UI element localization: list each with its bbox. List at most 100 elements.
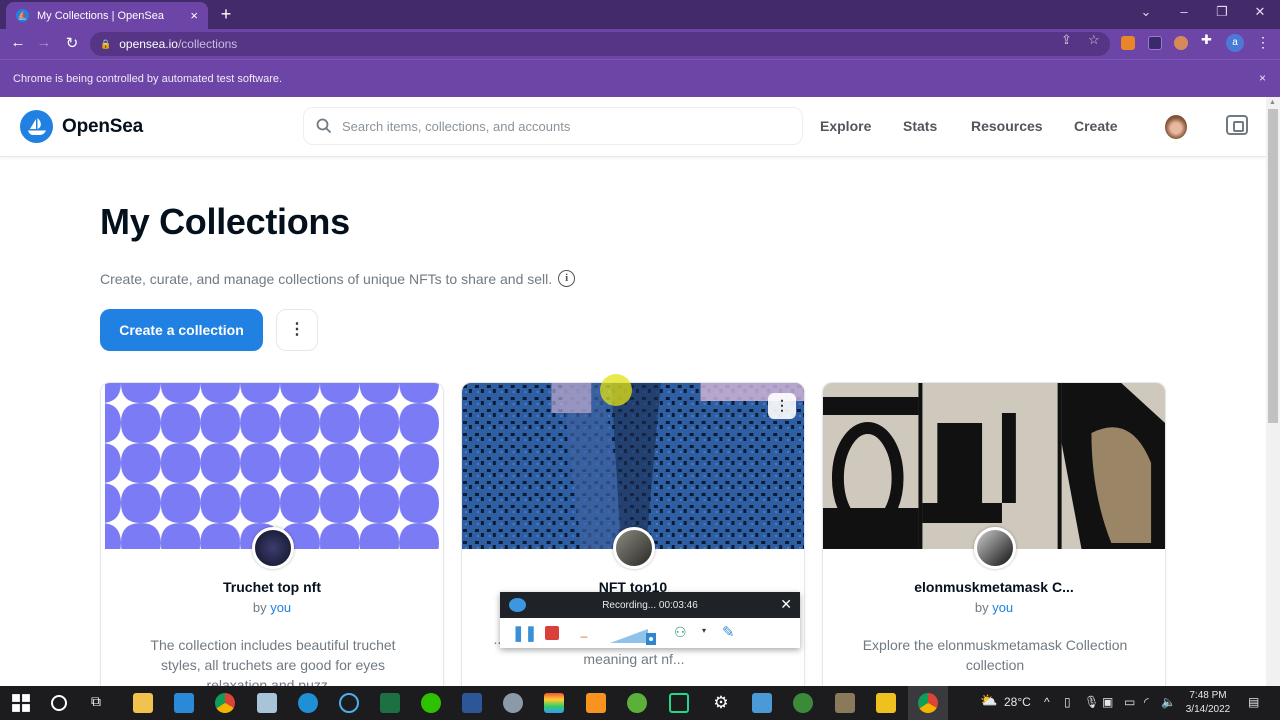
tab-search-icon[interactable]: ⌄ <box>1136 4 1156 20</box>
collection-owner: by you <box>101 600 443 615</box>
winrar-icon[interactable] <box>835 693 855 713</box>
tab-close-icon[interactable]: × <box>190 8 198 23</box>
browser-tab[interactable]: ⛵ My Collections | OpenSea × <box>6 2 208 29</box>
wallet-icon[interactable] <box>1226 115 1248 135</box>
document-extension-icon[interactable] <box>1148 36 1162 50</box>
info-icon[interactable]: i <box>558 270 576 287</box>
maximize-button[interactable]: ❐ <box>1212 4 1232 20</box>
lock-icon: 🔒 <box>100 38 112 49</box>
remote-desktop-icon[interactable] <box>752 693 772 713</box>
task-view-icon[interactable]: ⧉ <box>91 693 111 713</box>
notepad-icon[interactable] <box>257 693 277 713</box>
pause-icon[interactable]: ❚❚ <box>512 624 537 642</box>
nav-stats[interactable]: Stats <box>903 118 937 134</box>
microphone-icon[interactable]: 🎙 <box>1084 695 1099 709</box>
collection-banner-image <box>104 383 440 549</box>
collection-name: Truchet top nft <box>223 579 321 595</box>
scrollbar-thumb[interactable] <box>1268 109 1278 423</box>
collection-owner: by you <box>823 600 1165 615</box>
windows-taskbar: ⧉ ⚙ ⛅ 28°C ^ ▯ 🎙 ▣ ▭ ◜ 🔈 7:48 PM 3/14/20… <box>0 686 1280 720</box>
create-collection-button[interactable]: Create a collection <box>100 309 263 351</box>
meet-icon[interactable]: ▯ <box>1064 695 1071 709</box>
share-icon[interactable]: ⇪ <box>1061 32 1072 48</box>
screen-recorder-widget: Recording... 00:03:46 ✕ ❚❚ --- ⚇ ▾ ✎ <box>500 592 800 648</box>
wechat-icon[interactable] <box>421 693 441 713</box>
search-cortana-icon[interactable] <box>51 695 67 711</box>
close-window-button[interactable]: ✕ <box>1250 4 1270 20</box>
show-hidden-icons[interactable]: ^ <box>1044 695 1050 709</box>
weather-temp[interactable]: 28°C <box>1004 695 1031 709</box>
scroll-up-arrow-icon[interactable]: ▲ <box>1269 99 1276 106</box>
excel-icon[interactable] <box>380 693 400 713</box>
url-host: opensea.io <box>119 37 178 51</box>
profile-avatar[interactable]: a <box>1226 34 1244 52</box>
back-icon[interactable]: ← <box>8 34 28 51</box>
extensions-puzzle-icon[interactable]: ✚ <box>1201 32 1212 48</box>
new-tab-button[interactable]: + <box>216 4 236 25</box>
recorder-camera-icon <box>509 598 526 612</box>
edge-icon[interactable] <box>298 693 318 713</box>
minimize-button[interactable]: – <box>1174 4 1194 19</box>
reload-icon[interactable]: ↻ <box>62 34 82 52</box>
collection-avatar <box>974 527 1016 569</box>
collection-card[interactable]: elonmuskmetamask C... by you Explore the… <box>822 382 1166 686</box>
volume-icon[interactable]: 🔈 <box>1161 695 1176 709</box>
system-clock[interactable]: 7:48 PM 3/14/2022 <box>1180 689 1236 717</box>
recorder-close-icon[interactable]: ✕ <box>780 596 792 613</box>
owner-link[interactable]: you <box>992 600 1013 615</box>
chrome-active-icon[interactable] <box>918 693 938 713</box>
address-bar[interactable]: 🔒 opensea.io/collections <box>90 32 1110 56</box>
utorrent-icon[interactable] <box>627 693 647 713</box>
paint-icon[interactable] <box>503 693 523 713</box>
opensea-ship-icon <box>20 110 53 143</box>
stop-icon[interactable] <box>545 626 559 640</box>
tray-app-icon[interactable]: ▣ <box>1102 695 1113 709</box>
chrome-menu-icon[interactable]: ⋮ <box>1256 34 1270 51</box>
recording-status: Recording... 00:03:46 <box>602 599 698 611</box>
infobar-close-icon[interactable]: × <box>1259 71 1266 85</box>
pycharm-icon[interactable] <box>669 693 689 713</box>
sublime-icon[interactable] <box>586 693 606 713</box>
browser-toolbar: ← → ↻ 🔒 opensea.io/collections ⇪ ☆ ✚ a ⋮ <box>0 29 1280 59</box>
collection-avatar <box>613 527 655 569</box>
notifications-icon[interactable]: ▤ <box>1248 695 1259 709</box>
battery-icon[interactable]: ▭ <box>1124 695 1135 709</box>
webcam-dropdown-icon[interactable]: ▾ <box>702 626 706 635</box>
app-icon[interactable] <box>876 693 896 713</box>
metamask-extension-icon[interactable] <box>1121 36 1135 50</box>
clock-time: 7:48 PM <box>1189 690 1227 701</box>
owner-link[interactable]: you <box>270 600 291 615</box>
wifi-icon[interactable]: ◜ <box>1144 695 1149 709</box>
collection-card[interactable]: Truchet top nft by you The collection in… <box>100 382 444 686</box>
forward-icon[interactable]: → <box>34 34 54 51</box>
more-options-button[interactable]: ⋮ <box>276 309 318 351</box>
download-manager-icon[interactable] <box>793 693 813 713</box>
pen-icon[interactable]: ✎ <box>722 623 735 641</box>
owner-prefix: by <box>252 600 271 615</box>
settings-gear-icon[interactable]: ⚙ <box>711 693 731 713</box>
bluestacks-icon[interactable] <box>544 693 564 713</box>
infobar-text: Chrome is being controlled by automated … <box>13 72 283 85</box>
search-input[interactable] <box>342 118 782 134</box>
mail-icon[interactable] <box>174 693 194 713</box>
person-extension-icon[interactable] <box>1174 36 1188 50</box>
search-app-icon[interactable] <box>339 693 359 713</box>
nav-create[interactable]: Create <box>1074 118 1118 134</box>
user-avatar[interactable] <box>1165 115 1187 139</box>
file-explorer-icon[interactable] <box>133 693 153 713</box>
volume-slider[interactable] <box>608 621 656 645</box>
card-menu-button[interactable]: ⋮ <box>768 393 796 419</box>
weather-icon[interactable]: ⛅ <box>980 692 997 709</box>
windows-start-icon[interactable] <box>11 693 31 713</box>
brand-name: OpenSea <box>62 115 143 137</box>
nav-resources[interactable]: Resources <box>971 118 1043 134</box>
page-title: My Collections <box>100 201 350 242</box>
webcam-icon[interactable]: ⚇ <box>674 624 687 641</box>
bookmark-star-icon[interactable]: ☆ <box>1088 32 1100 48</box>
opensea-logo[interactable]: OpenSea <box>20 110 143 143</box>
search-box[interactable] <box>303 107 803 145</box>
chrome-taskbar-icon[interactable] <box>215 693 235 713</box>
nav-explore[interactable]: Explore <box>820 118 871 134</box>
page-scrollbar[interactable]: ▲ <box>1266 97 1280 686</box>
word-icon[interactable] <box>462 693 482 713</box>
